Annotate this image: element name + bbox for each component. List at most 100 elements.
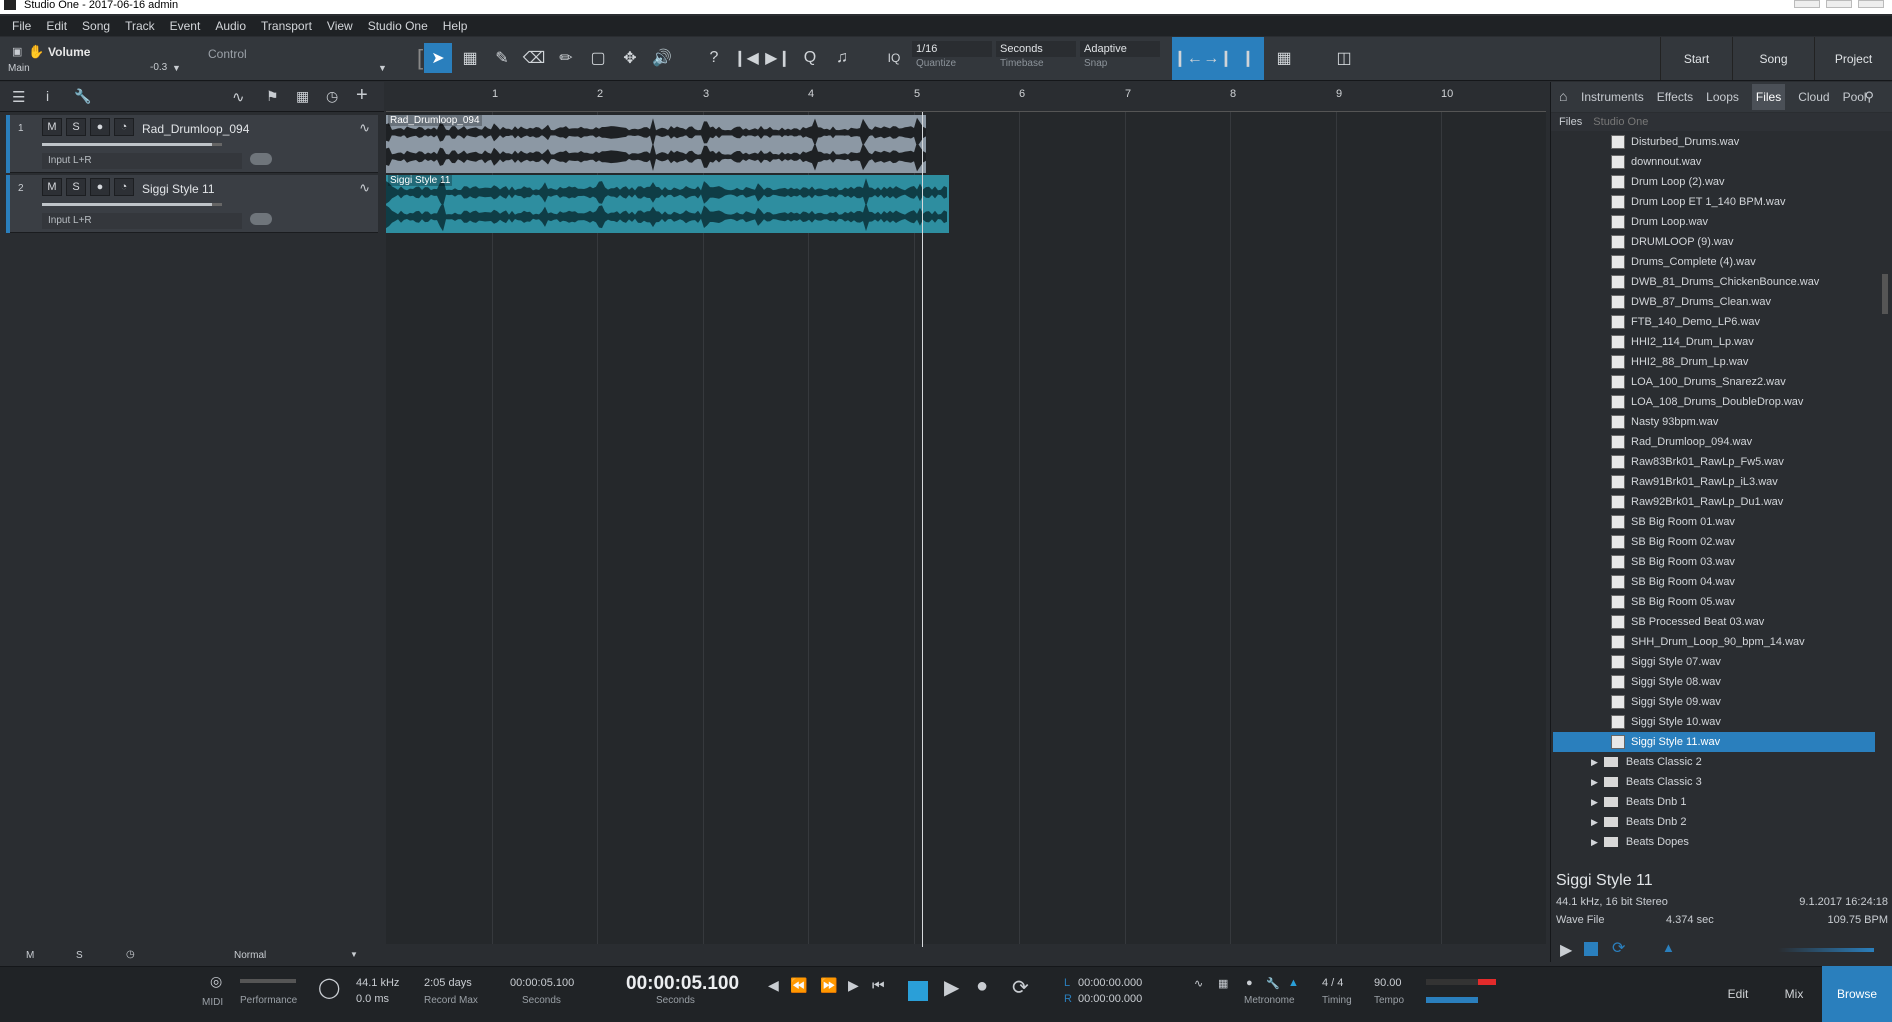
groove-button[interactable]: ♫: [828, 43, 856, 73]
input-toggle[interactable]: [250, 153, 272, 165]
snap-right-icon[interactable]: →❙: [1203, 43, 1232, 73]
menu-track[interactable]: Track: [125, 19, 155, 33]
global-mute[interactable]: M: [26, 950, 34, 961]
file-item[interactable]: Siggi Style 10.wav: [1611, 712, 1892, 732]
iq-button[interactable]: IQ: [880, 43, 908, 73]
add-track-icon[interactable]: +: [356, 84, 368, 107]
waveform-icon[interactable]: ∿: [359, 120, 370, 136]
file-item[interactable]: Siggi Style 07.wav: [1611, 652, 1892, 672]
close-button[interactable]: [1858, 0, 1884, 8]
expand-arrow-icon[interactable]: ▶: [1591, 757, 1598, 768]
waveform-icon[interactable]: ∿: [359, 180, 370, 196]
record-arm-button[interactable]: ●: [90, 178, 110, 196]
search-icon[interactable]: ⚲: [1864, 89, 1874, 105]
file-item[interactable]: Siggi Style 09.wav: [1611, 692, 1892, 712]
folder-item[interactable]: ▶ Beats Dopes: [1591, 832, 1689, 852]
mute-button[interactable]: M: [42, 118, 62, 136]
folder-item[interactable]: ▶ Beats Classic 2: [1591, 752, 1702, 772]
browse-view-button[interactable]: Browse: [1822, 966, 1892, 1022]
nudge-right-button[interactable]: ▶❙: [764, 43, 792, 73]
next-marker-icon[interactable]: ▶: [848, 977, 859, 994]
main-time-display[interactable]: 00:00:05.100: [626, 973, 739, 995]
marker-icon[interactable]: ⚑: [266, 88, 279, 105]
file-item[interactable]: SB Big Room 03.wav: [1611, 552, 1892, 572]
tempo-icon[interactable]: ◷: [326, 88, 338, 105]
scroll-thumb[interactable]: [1882, 274, 1888, 314]
mode-select[interactable]: Normal: [234, 950, 266, 961]
file-item[interactable]: SB Big Room 01.wav: [1611, 512, 1892, 532]
input-select[interactable]: Input L+R: [42, 213, 242, 229]
file-list-scrollbar[interactable]: [1882, 134, 1890, 914]
input-toggle[interactable]: [250, 213, 272, 225]
timebase-field[interactable]: Seconds Timebase: [996, 41, 1076, 75]
file-item[interactable]: SB Big Room 04.wav: [1611, 572, 1892, 592]
arrangement-view[interactable]: Rad_Drumloop_094 Siggi Style 11: [386, 112, 1546, 944]
menu-view[interactable]: View: [327, 19, 353, 33]
split-tool-button[interactable]: ✥: [616, 43, 644, 73]
forward-icon[interactable]: ⏩: [820, 977, 837, 994]
snap-center-icon[interactable]: ❙: [1234, 43, 1262, 73]
preview-play-icon[interactable]: ▶: [1560, 940, 1572, 960]
info-icon[interactable]: i: [46, 88, 49, 104]
help-button[interactable]: ?: [700, 43, 728, 73]
song-button[interactable]: Song: [1732, 37, 1814, 80]
volume-slider[interactable]: [42, 203, 222, 206]
edit-view-button[interactable]: Edit: [1710, 966, 1766, 1022]
auto-icon[interactable]: ▣: [12, 45, 22, 58]
eraser-tool-button[interactable]: ⌫: [520, 43, 548, 73]
quantize-field[interactable]: 1/16 Quantize: [912, 41, 992, 75]
file-item[interactable]: downnout.wav: [1611, 152, 1892, 172]
snap-field[interactable]: Adaptive Snap: [1080, 41, 1160, 75]
menu-song[interactable]: Song: [82, 19, 110, 33]
preview-volume-slider[interactable]: [1778, 948, 1874, 952]
file-item[interactable]: HHI2_114_Drum_Lp.wav: [1611, 332, 1892, 352]
menu-event[interactable]: Event: [170, 19, 201, 33]
click-icon[interactable]: ●: [1246, 977, 1253, 989]
preroll-icon[interactable]: ▦: [1218, 977, 1228, 990]
db-value[interactable]: -0.3: [150, 62, 167, 73]
snap-value[interactable]: Adaptive: [1080, 41, 1160, 57]
solo-button[interactable]: S: [66, 118, 86, 136]
menu-transport[interactable]: Transport: [261, 19, 312, 33]
folder-item[interactable]: ▶ Beats Dnb 1: [1591, 792, 1686, 812]
mix-view-button[interactable]: Mix: [1766, 966, 1822, 1022]
project-button[interactable]: Project: [1814, 37, 1892, 80]
preview-loop-icon[interactable]: ⟳: [1612, 938, 1625, 958]
monitor-button[interactable]: ◔: [114, 118, 134, 136]
file-item[interactable]: Nasty 93bpm.wav: [1611, 412, 1892, 432]
chevron-down-icon[interactable]: ▼: [350, 950, 358, 959]
play-button[interactable]: ▶: [944, 975, 959, 1000]
file-item[interactable]: LOA_100_Drums_Snarez2.wav: [1611, 372, 1892, 392]
chevron-down-icon[interactable]: ▼: [172, 63, 181, 73]
track-1[interactable]: 1 M S ● ◔ Rad_Drumloop_094 ∿ Input L+R: [6, 115, 378, 173]
monitor-button[interactable]: ◔: [114, 178, 134, 196]
file-item[interactable]: DRUMLOOP (9).wav: [1611, 232, 1892, 252]
menu-audio[interactable]: Audio: [215, 19, 246, 33]
loop-icon[interactable]: ⟳: [1012, 975, 1029, 1000]
precount-icon[interactable]: ∿: [1194, 977, 1203, 990]
loop-end[interactable]: 00:00:00.000: [1078, 993, 1142, 1005]
file-item[interactable]: Raw91Brk01_RawLp_iL3.wav: [1611, 472, 1892, 492]
record-arm-button[interactable]: ●: [90, 118, 110, 136]
track-name[interactable]: Rad_Drumloop_094: [142, 122, 249, 136]
solo-button[interactable]: S: [66, 178, 86, 196]
prev-marker-icon[interactable]: ◀: [768, 977, 779, 994]
expand-arrow-icon[interactable]: ▶: [1591, 817, 1598, 828]
metronome-icon[interactable]: ▲: [1288, 977, 1299, 989]
list-icon[interactable]: ☰: [12, 88, 25, 106]
automation-icon[interactable]: ∿: [232, 88, 245, 106]
file-item[interactable]: SB Big Room 05.wav: [1611, 592, 1892, 612]
volume-slider[interactable]: [42, 143, 222, 146]
file-item[interactable]: Drum Loop.wav: [1611, 212, 1892, 232]
control-dropdown-icon[interactable]: ▼: [378, 63, 387, 73]
breadcrumb-files[interactable]: Files: [1559, 116, 1582, 128]
global-solo[interactable]: S: [76, 950, 83, 961]
mute-tool-button[interactable]: ▢: [584, 43, 612, 73]
breadcrumb-studio-one[interactable]: Studio One: [1593, 116, 1648, 128]
file-item[interactable]: Raw92Brk01_RawLp_Du1.wav: [1611, 492, 1892, 512]
file-item[interactable]: SHH_Drum_Loop_90_bpm_14.wav: [1611, 632, 1892, 652]
stop-button[interactable]: [908, 981, 928, 1001]
menu-help[interactable]: Help: [443, 19, 468, 33]
file-item[interactable]: Drums_Complete (4).wav: [1611, 252, 1892, 272]
file-item[interactable]: SB Processed Beat 03.wav: [1611, 612, 1892, 632]
